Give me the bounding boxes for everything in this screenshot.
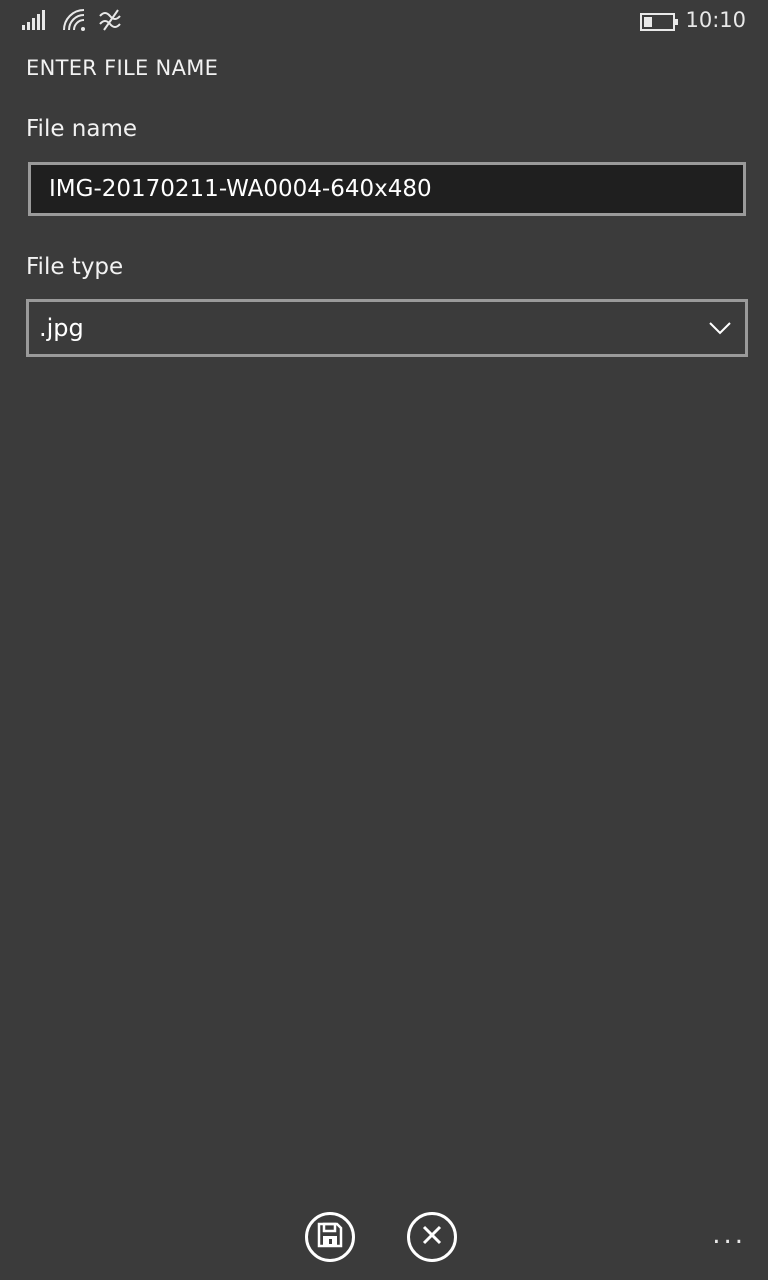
file-type-selected-value: .jpg [39,314,84,342]
file-name-input[interactable] [28,162,746,216]
battery-icon [640,12,680,36]
cancel-button[interactable] [407,1212,457,1262]
save-file-screen: 10:10 ENTER FILE NAME File name File typ… [0,0,768,1280]
save-button[interactable] [305,1212,355,1262]
clock: 10:10 [685,8,746,32]
save-icon [317,1222,343,1252]
file-name-label: File name [26,116,138,142]
app-bar: ... [0,1200,768,1280]
signal-bars-icon [22,10,48,34]
close-icon [421,1224,443,1250]
wifi-icon [62,8,88,36]
data-connection-icon [98,8,124,36]
more-options-button[interactable]: ... [712,1220,746,1250]
file-type-label: File type [26,254,124,280]
chevron-down-icon [709,320,731,339]
file-type-dropdown[interactable]: .jpg [26,299,748,357]
status-bar: 10:10 [0,0,768,44]
page-title: ENTER FILE NAME [26,56,219,80]
